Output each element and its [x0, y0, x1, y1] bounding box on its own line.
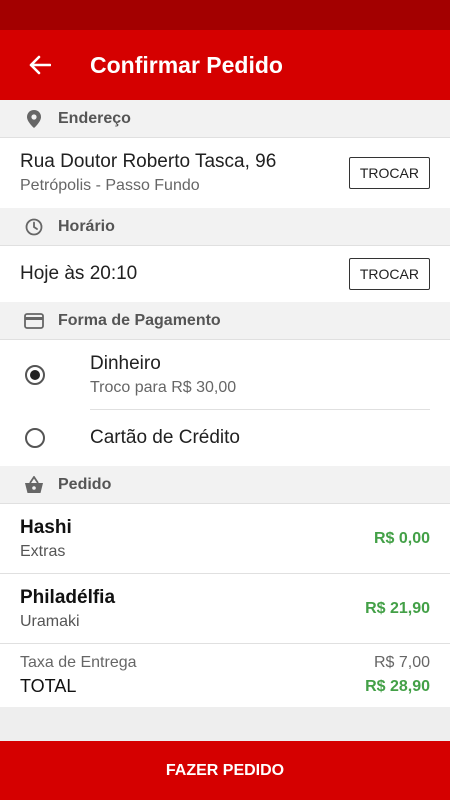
order-totals: Taxa de Entrega R$ 7,00 TOTAL R$ 28,90	[0, 644, 450, 707]
item-name: Philadélfia	[20, 586, 116, 608]
order-list: Hashi Extras R$ 0,00 Philadélfia Uramaki…	[0, 504, 450, 707]
address-row: Rua Doutor Roberto Tasca, 96 Petrópolis …	[0, 138, 450, 208]
schedule-section-header: Horário	[0, 208, 450, 246]
address-neighborhood: Petrópolis - Passo Fundo	[20, 177, 200, 194]
item-price: R$ 21,90	[365, 599, 430, 617]
payment-section-label: Forma de Pagamento	[58, 311, 221, 329]
back-arrow-icon[interactable]	[26, 51, 54, 79]
status-bar	[0, 0, 450, 30]
payment-section-header: Forma de Pagamento	[0, 302, 450, 340]
payment-option-cash[interactable]: Dinheiro Troco para R$ 30,00	[0, 340, 450, 410]
location-pin-icon	[24, 109, 44, 129]
credit-card-icon	[24, 311, 44, 331]
payment-option-change: Troco para R$ 30,00	[90, 378, 237, 396]
order-section-header: Pedido	[0, 466, 450, 504]
schedule-section-label: Horário	[58, 217, 115, 235]
place-order-button[interactable]: FAZER PEDIDO	[0, 741, 450, 800]
total-value: R$ 28,90	[365, 677, 430, 695]
delivery-fee-value: R$ 7,00	[373, 654, 430, 671]
basket-icon	[24, 475, 44, 495]
address-section-header: Endereço	[0, 100, 450, 138]
item-category: Uramaki	[20, 612, 80, 630]
delivery-fee-label: Taxa de Entrega	[20, 654, 137, 671]
radio-selected-icon[interactable]	[25, 365, 45, 385]
payment-option-credit-card[interactable]: Cartão de Crédito	[0, 410, 450, 466]
schedule-time: Hoje às 20:10	[20, 263, 138, 284]
order-section-label: Pedido	[58, 475, 112, 493]
app-bar: Confirmar Pedido	[0, 30, 450, 100]
order-item: Hashi Extras R$ 0,00	[0, 504, 450, 574]
total-label: TOTAL	[20, 676, 77, 696]
schedule-row: Hoje às 20:10 TROCAR	[0, 246, 450, 302]
change-address-button[interactable]: TROCAR	[348, 157, 430, 189]
change-time-button[interactable]: TROCAR	[348, 258, 430, 290]
payment-option-label: Cartão de Crédito	[90, 427, 240, 448]
item-name: Hashi	[20, 516, 72, 538]
radio-unselected-icon[interactable]	[25, 428, 45, 448]
order-item: Philadélfia Uramaki R$ 21,90	[0, 574, 450, 644]
address-section-label: Endereço	[58, 109, 131, 127]
address-street: Rua Doutor Roberto Tasca, 96	[20, 151, 277, 172]
payment-option-label: Dinheiro	[90, 352, 161, 374]
payment-options: Dinheiro Troco para R$ 30,00 Cartão de C…	[0, 340, 450, 466]
item-price: R$ 0,00	[373, 529, 430, 547]
place-order-label: FAZER PEDIDO	[165, 761, 285, 779]
page-title: Confirmar Pedido	[90, 51, 283, 78]
clock-icon	[24, 217, 44, 237]
item-category: Extras	[20, 542, 66, 560]
